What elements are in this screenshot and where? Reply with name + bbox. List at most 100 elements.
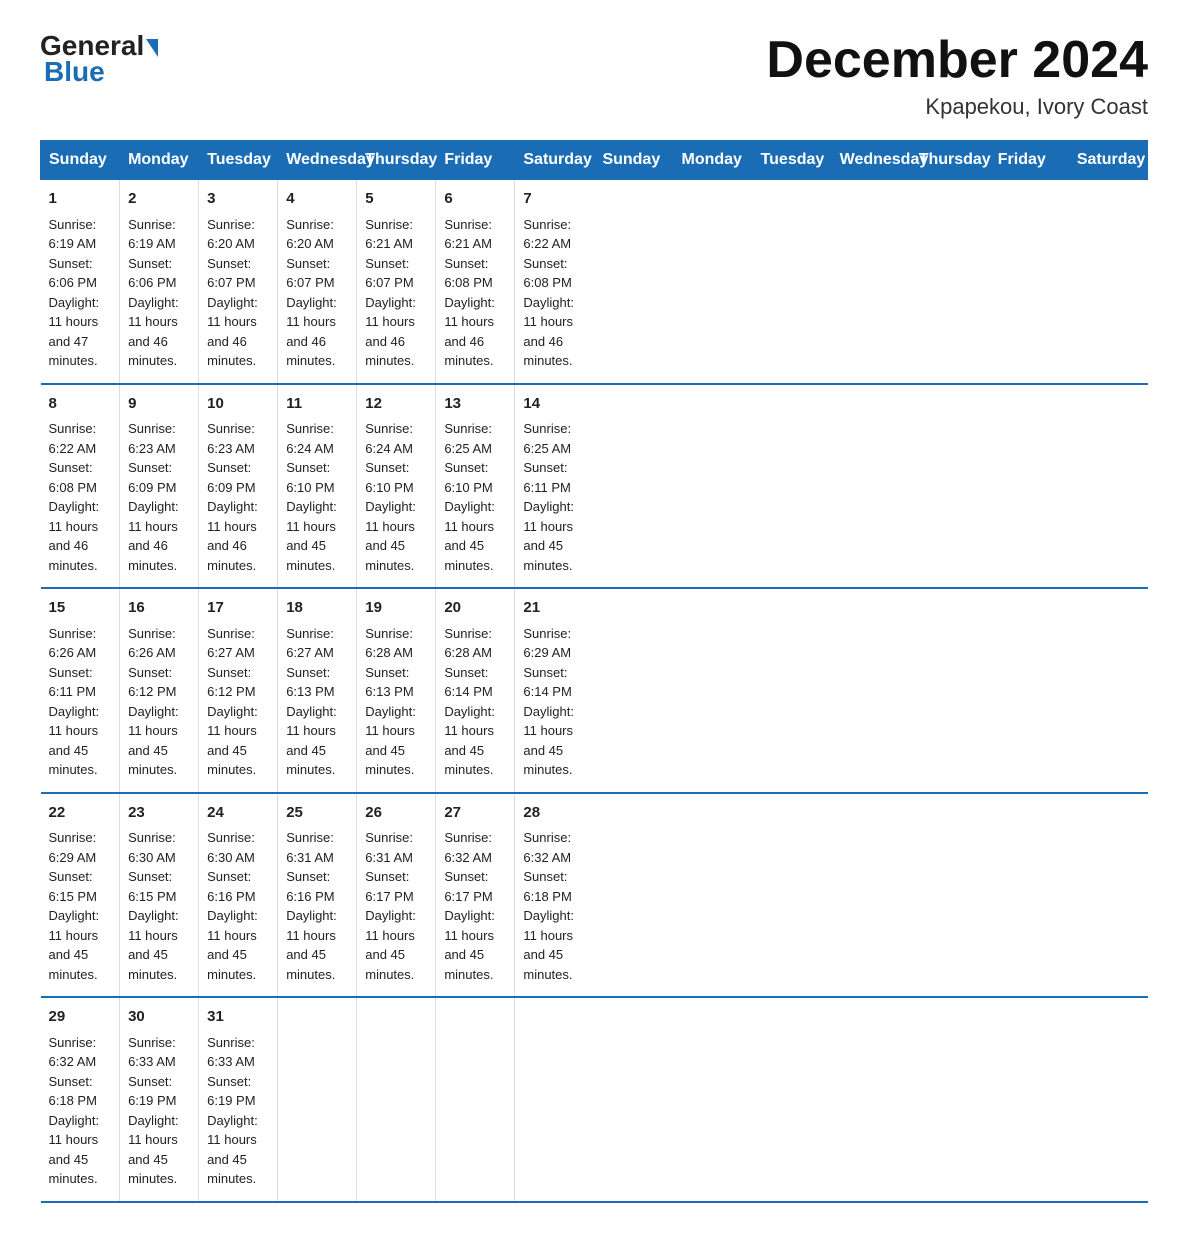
weekday-header-sunday: Sunday	[594, 141, 673, 180]
calendar-cell: 19 Sunrise: 6:28 AMSunset: 6:13 PMDayligh…	[357, 588, 436, 793]
day-info: Sunrise: 6:21 AMSunset: 6:08 PMDaylight:…	[444, 217, 495, 369]
day-number: 29	[49, 1006, 112, 1029]
day-number: 6	[444, 188, 506, 211]
calendar-cell: 3 Sunrise: 6:20 AMSunset: 6:07 PMDaylight…	[199, 180, 278, 384]
calendar-cell: 17 Sunrise: 6:27 AMSunset: 6:12 PMDayligh…	[199, 588, 278, 793]
day-number: 13	[444, 393, 506, 416]
calendar-cell	[357, 997, 436, 1202]
calendar-week-row: 15 Sunrise: 6:26 AMSunset: 6:11 PMDayligh…	[41, 588, 1148, 793]
calendar-cell: 26 Sunrise: 6:31 AMSunset: 6:17 PMDayligh…	[357, 793, 436, 998]
calendar-cell: 25Sunrise: 6:31 AMSunset: 6:16 PMDayligh…	[278, 793, 357, 998]
calendar-week-row: 8Sunrise: 6:22 AMSunset: 6:08 PMDaylight…	[41, 384, 1148, 589]
weekday-header-saturday: Saturday	[1068, 141, 1147, 180]
day-info: Sunrise: 6:20 AMSunset: 6:07 PMDaylight:…	[286, 217, 337, 369]
day-info: Sunrise: 6:27 AMSunset: 6:12 PMDaylight:…	[207, 626, 258, 778]
day-number: 21	[523, 597, 586, 620]
day-number: 15	[49, 597, 112, 620]
day-info: Sunrise: 6:19 AMSunset: 6:06 PMDaylight:…	[128, 217, 179, 369]
day-info: Sunrise: 6:28 AMSunset: 6:13 PMDaylight:…	[365, 626, 416, 778]
weekday-header-wednesday: Wednesday	[278, 141, 357, 180]
day-info: Sunrise: 6:31 AMSunset: 6:16 PMDaylight:…	[286, 830, 337, 982]
day-info: Sunrise: 6:26 AMSunset: 6:12 PMDaylight:…	[128, 626, 179, 778]
calendar-cell: 20 Sunrise: 6:28 AMSunset: 6:14 PMDayligh…	[436, 588, 515, 793]
calendar-cell: 28 Sunrise: 6:32 AMSunset: 6:18 PMDayligh…	[515, 793, 594, 998]
day-info: Sunrise: 6:30 AMSunset: 6:16 PMDaylight:…	[207, 830, 258, 982]
weekday-header-friday: Friday	[989, 141, 1068, 180]
calendar-cell: 10 Sunrise: 6:23 AMSunset: 6:09 PMDayligh…	[199, 384, 278, 589]
calendar-cell: 30Sunrise: 6:33 AMSunset: 6:19 PMDayligh…	[120, 997, 199, 1202]
weekday-header-sunday: Sunday	[41, 141, 120, 180]
day-number: 7	[523, 188, 586, 211]
logo-arrow-icon	[146, 39, 158, 57]
day-number: 19	[365, 597, 427, 620]
calendar-cell: 31Sunrise: 6:33 AMSunset: 6:19 PMDayligh…	[199, 997, 278, 1202]
weekday-header-saturday: Saturday	[515, 141, 594, 180]
day-number: 10	[207, 393, 269, 416]
weekday-header-monday: Monday	[673, 141, 752, 180]
day-number: 28	[523, 802, 586, 825]
day-info: Sunrise: 6:25 AMSunset: 6:11 PMDaylight:…	[523, 421, 574, 573]
weekday-header-thursday: Thursday	[910, 141, 989, 180]
day-number: 24	[207, 802, 269, 825]
calendar-cell: 13 Sunrise: 6:25 AMSunset: 6:10 PMDayligh…	[436, 384, 515, 589]
day-info: Sunrise: 6:31 AMSunset: 6:17 PMDaylight:…	[365, 830, 416, 982]
day-info: Sunrise: 6:29 AMSunset: 6:14 PMDaylight:…	[523, 626, 574, 778]
day-number: 17	[207, 597, 269, 620]
weekday-header-thursday: Thursday	[357, 141, 436, 180]
weekday-header-tuesday: Tuesday	[752, 141, 831, 180]
day-number: 4	[286, 188, 348, 211]
day-number: 18	[286, 597, 348, 620]
calendar-table: SundayMondayTuesdayWednesdayThursdayFrid…	[40, 140, 1148, 1203]
page-header: General Blue December 2024 Kpapekou, Ivo…	[40, 30, 1148, 120]
day-number: 12	[365, 393, 427, 416]
calendar-cell: 12 Sunrise: 6:24 AMSunset: 6:10 PMDayligh…	[357, 384, 436, 589]
calendar-week-row: 29 Sunrise: 6:32 AMSunset: 6:18 PMDayligh…	[41, 997, 1148, 1202]
location-label: Kpapekou, Ivory Coast	[766, 94, 1148, 120]
calendar-cell: 1Sunrise: 6:19 AMSunset: 6:06 PMDaylight…	[41, 180, 120, 384]
calendar-cell: 7 Sunrise: 6:22 AMSunset: 6:08 PMDaylight…	[515, 180, 594, 384]
calendar-cell: 9 Sunrise: 6:23 AMSunset: 6:09 PMDaylight…	[120, 384, 199, 589]
calendar-cell: 29 Sunrise: 6:32 AMSunset: 6:18 PMDayligh…	[41, 997, 120, 1202]
calendar-cell: 5Sunrise: 6:21 AMSunset: 6:07 PMDaylight…	[357, 180, 436, 384]
logo: General Blue	[40, 30, 158, 88]
day-info: Sunrise: 6:23 AMSunset: 6:09 PMDaylight:…	[128, 421, 179, 573]
day-number: 23	[128, 802, 190, 825]
day-info: Sunrise: 6:33 AMSunset: 6:19 PMDaylight:…	[128, 1035, 179, 1187]
day-number: 3	[207, 188, 269, 211]
day-info: Sunrise: 6:32 AMSunset: 6:18 PMDaylight:…	[49, 1035, 100, 1187]
month-title: December 2024	[766, 30, 1148, 90]
day-number: 9	[128, 393, 190, 416]
day-info: Sunrise: 6:30 AMSunset: 6:15 PMDaylight:…	[128, 830, 179, 982]
calendar-cell	[436, 997, 515, 1202]
title-block: December 2024 Kpapekou, Ivory Coast	[766, 30, 1148, 120]
day-number: 20	[444, 597, 506, 620]
calendar-cell: 8Sunrise: 6:22 AMSunset: 6:08 PMDaylight…	[41, 384, 120, 589]
day-number: 26	[365, 802, 427, 825]
day-info: Sunrise: 6:26 AMSunset: 6:11 PMDaylight:…	[49, 626, 100, 778]
day-number: 22	[49, 802, 112, 825]
day-info: Sunrise: 6:20 AMSunset: 6:07 PMDaylight:…	[207, 217, 258, 369]
calendar-cell: 22 Sunrise: 6:29 AMSunset: 6:15 PMDayligh…	[41, 793, 120, 998]
calendar-cell: 21 Sunrise: 6:29 AMSunset: 6:14 PMDayligh…	[515, 588, 594, 793]
day-info: Sunrise: 6:23 AMSunset: 6:09 PMDaylight:…	[207, 421, 258, 573]
day-info: Sunrise: 6:28 AMSunset: 6:14 PMDaylight:…	[444, 626, 495, 778]
day-info: Sunrise: 6:24 AMSunset: 6:10 PMDaylight:…	[365, 421, 416, 573]
day-info: Sunrise: 6:22 AMSunset: 6:08 PMDaylight:…	[523, 217, 574, 369]
calendar-cell: 6 Sunrise: 6:21 AMSunset: 6:08 PMDaylight…	[436, 180, 515, 384]
calendar-week-row: 1Sunrise: 6:19 AMSunset: 6:06 PMDaylight…	[41, 180, 1148, 384]
day-info: Sunrise: 6:29 AMSunset: 6:15 PMDaylight:…	[49, 830, 100, 982]
day-info: Sunrise: 6:33 AMSunset: 6:19 PMDaylight:…	[207, 1035, 258, 1187]
calendar-cell: 14Sunrise: 6:25 AMSunset: 6:11 PMDayligh…	[515, 384, 594, 589]
calendar-cell: 11Sunrise: 6:24 AMSunset: 6:10 PMDayligh…	[278, 384, 357, 589]
day-number: 11	[286, 393, 348, 416]
day-number: 8	[49, 393, 112, 416]
day-number: 5	[365, 188, 427, 211]
day-info: Sunrise: 6:19 AMSunset: 6:06 PMDaylight:…	[49, 217, 100, 369]
calendar-cell: 2Sunrise: 6:19 AMSunset: 6:06 PMDaylight…	[120, 180, 199, 384]
calendar-cell	[278, 997, 357, 1202]
day-info: Sunrise: 6:25 AMSunset: 6:10 PMDaylight:…	[444, 421, 495, 573]
day-number: 27	[444, 802, 506, 825]
day-info: Sunrise: 6:32 AMSunset: 6:18 PMDaylight:…	[523, 830, 574, 982]
calendar-week-row: 22 Sunrise: 6:29 AMSunset: 6:15 PMDayligh…	[41, 793, 1148, 998]
calendar-cell: 23 Sunrise: 6:30 AMSunset: 6:15 PMDayligh…	[120, 793, 199, 998]
